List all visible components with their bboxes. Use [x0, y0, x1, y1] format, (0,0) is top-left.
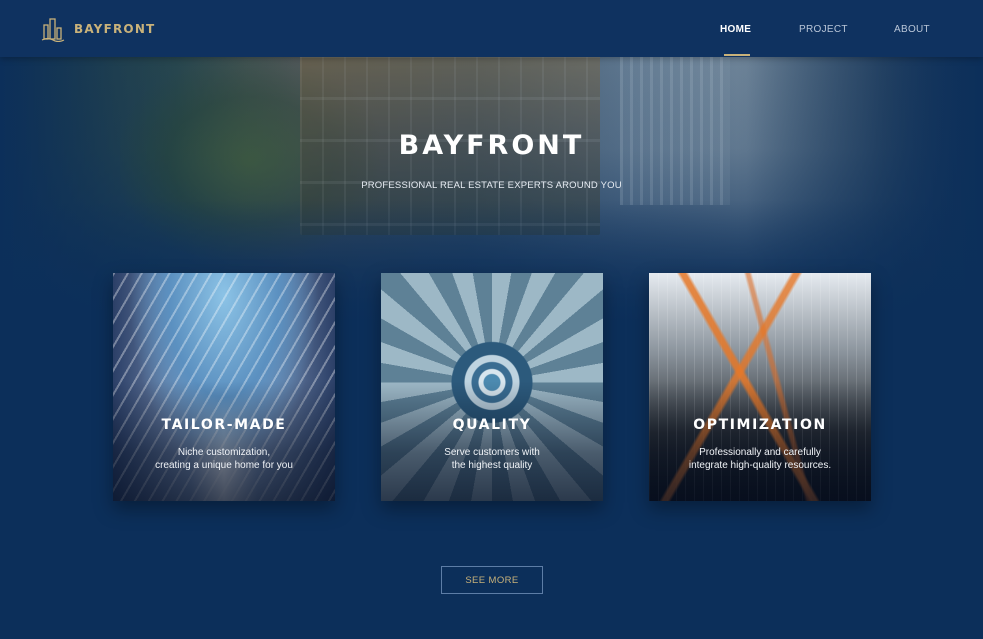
- card-description: Professionally and carefully integrate h…: [657, 447, 863, 472]
- hero-title: BAYFRONT: [398, 130, 585, 161]
- card-title: TAILOR-MADE: [161, 417, 287, 433]
- card-description-line: Niche customization,: [177, 447, 271, 458]
- card-title: OPTIMIZATION: [693, 417, 827, 433]
- buildings-logo-icon: [41, 18, 65, 42]
- card-description-line: creating a unique home for you: [155, 459, 293, 471]
- card-shade: [381, 381, 603, 501]
- nav-home-link[interactable]: HOME: [720, 24, 751, 35]
- card-title: QUALITY: [452, 417, 532, 433]
- nav-about-link[interactable]: ABOUT: [894, 24, 930, 35]
- see-more-button[interactable]: SEE MORE: [441, 566, 543, 594]
- hero-subtitle: PROFESSIONAL REAL ESTATE EXPERTS AROUND …: [361, 180, 622, 191]
- nav-active-indicator: [724, 54, 750, 56]
- navbar: BAYFRONT HOME PROJECT ABOUT: [0, 0, 983, 57]
- feature-card-tailor-made[interactable]: TAILOR-MADE Niche customization, creatin…: [113, 273, 335, 501]
- card-description-line: integrate high-quality resources.: [688, 459, 832, 471]
- card-description: Serve customers with the highest quality: [389, 447, 595, 472]
- brand-name: BAYFRONT: [74, 22, 156, 36]
- feature-card-optimization[interactable]: OPTIMIZATION Professionally and carefull…: [649, 273, 871, 501]
- card-description-line: Serve customers with: [444, 447, 540, 458]
- brand-logo[interactable]: BAYFRONT: [40, 16, 155, 42]
- nav-project-link[interactable]: PROJECT: [799, 24, 848, 35]
- card-description: Niche customization, creating a unique h…: [121, 447, 327, 472]
- feature-card-quality[interactable]: QUALITY Serve customers with the highest…: [381, 273, 603, 501]
- card-description-line: Professionally and carefully: [699, 447, 821, 458]
- card-shade: [649, 381, 871, 501]
- card-description-line: the highest quality: [451, 459, 533, 471]
- card-shade: [113, 381, 335, 501]
